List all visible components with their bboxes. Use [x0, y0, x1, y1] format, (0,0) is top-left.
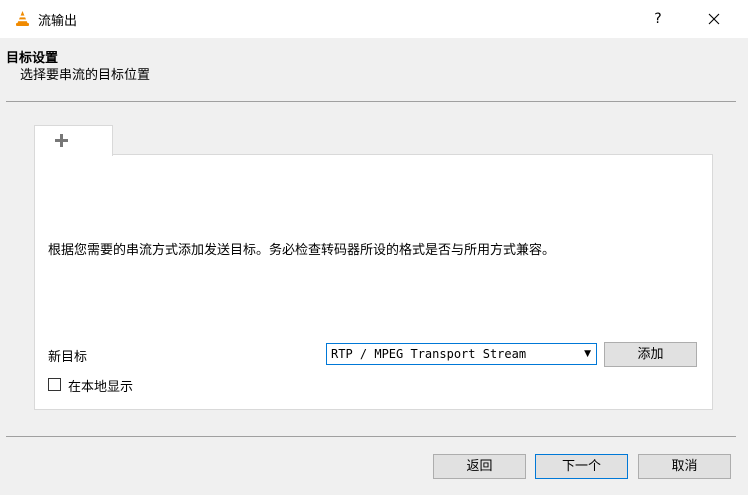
destination-description: 根据您需要的串流方式添加发送目标。务必检查转码器所设的格式是否与所用方式兼容。: [48, 243, 556, 258]
page-subtitle: 选择要串流的目标位置: [20, 68, 151, 83]
add-button[interactable]: 添加: [604, 342, 697, 367]
target-type-select[interactable]: RTP / MPEG Transport Stream ▼: [326, 343, 597, 365]
local-display-checkbox[interactable]: [48, 378, 61, 391]
plus-icon: [54, 133, 69, 148]
close-button[interactable]: [700, 6, 728, 32]
destination-panel: 根据您需要的串流方式添加发送目标。务必检查转码器所设的格式是否与所用方式兼容。 …: [34, 154, 713, 410]
vlc-cone-icon: [16, 11, 29, 26]
back-button[interactable]: 返回: [433, 454, 526, 479]
local-display-label[interactable]: 在本地显示: [68, 376, 133, 395]
footer-divider: [6, 436, 736, 437]
header-divider: [6, 101, 736, 102]
chevron-down-icon: ▼: [584, 349, 591, 359]
tab-add-destination[interactable]: [34, 125, 113, 156]
help-button[interactable]: ?: [646, 6, 670, 32]
window-title: 流输出: [38, 14, 78, 29]
close-icon: [708, 13, 720, 24]
cancel-button[interactable]: 取消: [638, 454, 731, 479]
title-bar: 流输出 ?: [0, 0, 748, 38]
new-target-label: 新目标: [48, 350, 88, 365]
target-type-value: RTP / MPEG Transport Stream: [331, 347, 527, 361]
next-button[interactable]: 下一个: [535, 454, 628, 479]
